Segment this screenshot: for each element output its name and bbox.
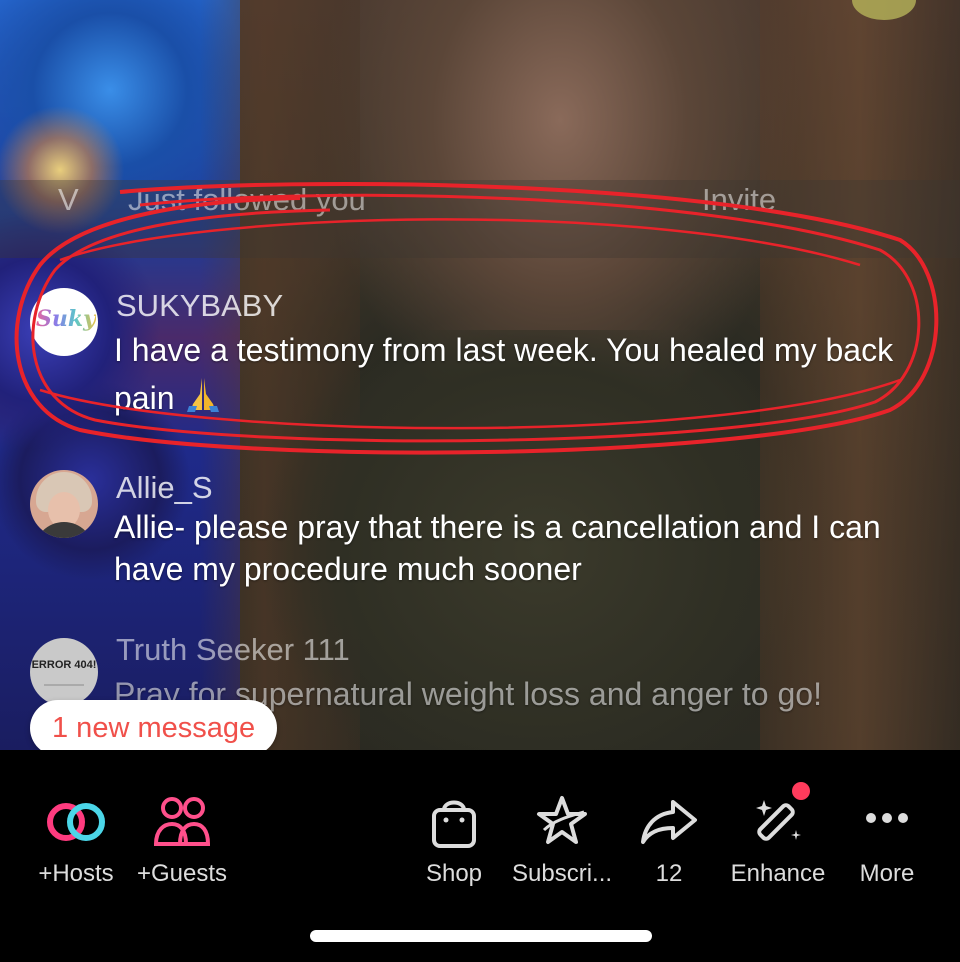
allie-avatar[interactable] bbox=[30, 470, 98, 538]
shopping-bag-icon bbox=[422, 790, 486, 854]
more-dots-icon bbox=[855, 790, 919, 854]
comment-username[interactable]: Allie_S bbox=[116, 470, 213, 506]
comment-message: Allie- please pray that there is a cance… bbox=[114, 509, 881, 587]
guests-button[interactable]: +Guests bbox=[132, 790, 232, 888]
follow-notice-text: Just followed you bbox=[128, 182, 366, 217]
new-message-pill[interactable]: 1 new message bbox=[30, 700, 278, 756]
error-404-avatar[interactable]: ERROR 404! bbox=[30, 638, 98, 706]
comment-username[interactable]: SUKYBABY bbox=[116, 288, 283, 324]
comment-message: I have a testimony from last week. You h… bbox=[114, 326, 934, 427]
invite-button[interactable]: Invite bbox=[702, 182, 776, 218]
more-button[interactable]: More bbox=[852, 790, 922, 888]
pray-emoji-icon bbox=[183, 374, 223, 427]
notification-dot bbox=[792, 782, 810, 800]
follow-notice-initial: V bbox=[58, 182, 79, 217]
bottom-toolbar: +Hosts +Guests Shop Subscri... 12 Enhanc… bbox=[0, 750, 960, 962]
star-badge-icon bbox=[530, 790, 594, 854]
enhance-button[interactable]: Enhance bbox=[728, 782, 828, 888]
hosts-button[interactable]: +Hosts bbox=[32, 790, 120, 888]
sukybaby-avatar[interactable]: Suky bbox=[30, 288, 98, 356]
share-button[interactable]: 12 bbox=[634, 790, 704, 888]
magic-wand-icon bbox=[746, 782, 810, 854]
home-indicator[interactable] bbox=[310, 930, 652, 942]
comment-username[interactable]: Truth Seeker 111 bbox=[116, 632, 350, 668]
hosts-icon bbox=[44, 790, 108, 854]
shop-button[interactable]: Shop bbox=[412, 790, 496, 888]
share-arrow-icon bbox=[637, 790, 701, 854]
guests-icon bbox=[150, 790, 214, 854]
subscribe-button[interactable]: Subscri... bbox=[512, 790, 612, 888]
